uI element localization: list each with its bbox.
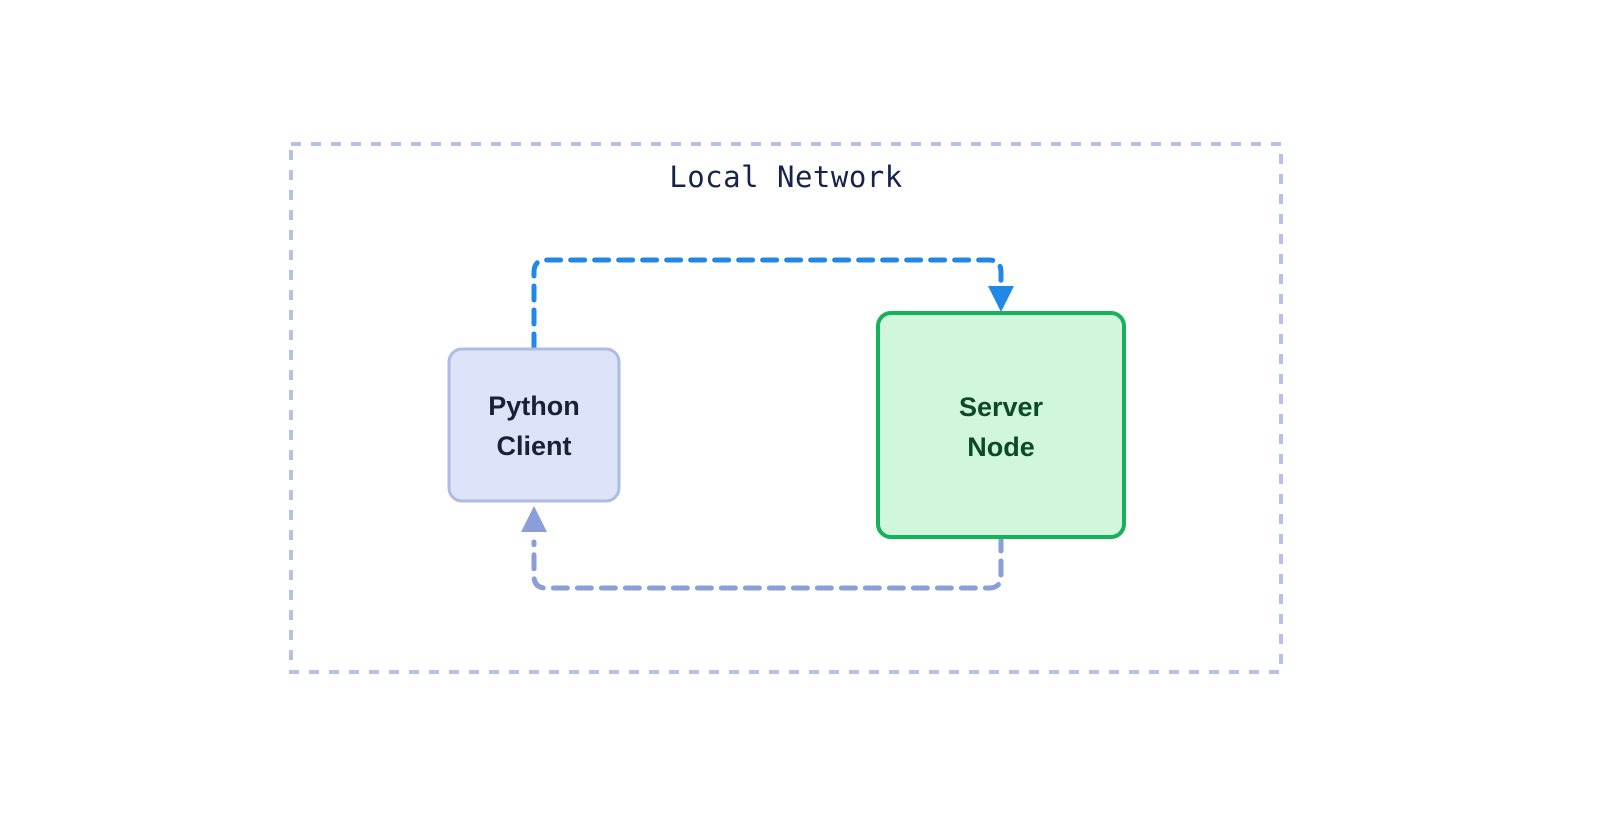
network-diagram: Local Network Python Client Server Node: [289, 142, 1283, 674]
diagram-canvas: Local Network Python Client Server Node: [0, 0, 1597, 829]
server-node-box[interactable]: [876, 311, 1126, 539]
python-client-box[interactable]: [447, 347, 621, 503]
node-server-node[interactable]: Server Node: [876, 311, 1126, 539]
node-python-client[interactable]: Python Client: [447, 347, 621, 503]
server-node-label-line1: Server: [959, 392, 1044, 422]
local-network-label: Local Network: [669, 160, 903, 194]
python-client-label-line2: Client: [496, 431, 571, 461]
python-client-label-line1: Python: [488, 391, 580, 421]
server-node-label-line2: Node: [967, 432, 1035, 462]
local-network-container: [289, 142, 1283, 674]
